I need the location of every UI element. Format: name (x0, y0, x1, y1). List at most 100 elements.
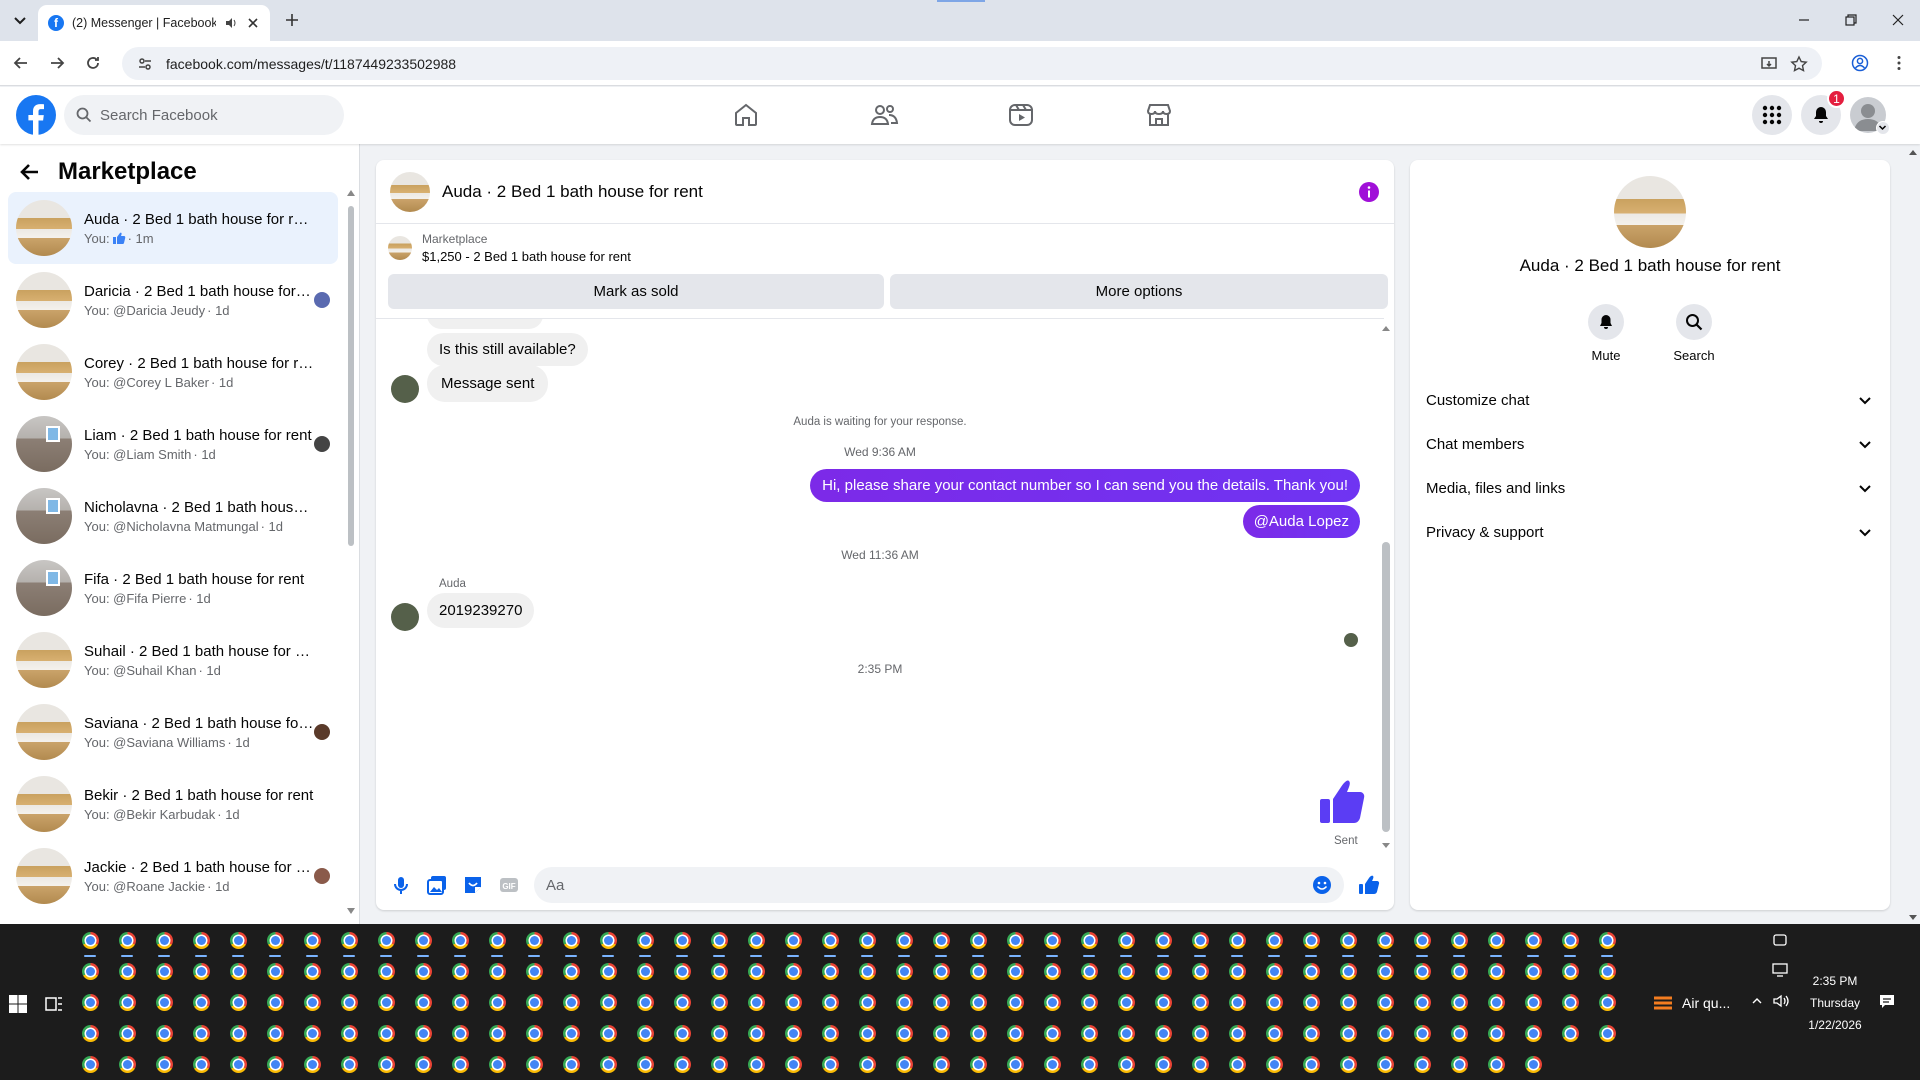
chrome-taskbar-icon[interactable] (489, 963, 506, 980)
search-in-conversation-button[interactable]: Search (1668, 304, 1720, 363)
chrome-taskbar-icon[interactable] (1340, 963, 1357, 980)
message-bubble-in[interactable]: 2019239270 (427, 593, 535, 628)
chrome-taskbar-icon[interactable] (341, 1056, 358, 1073)
scroll-down-arrow-icon[interactable] (347, 908, 355, 914)
chrome-taskbar-icon[interactable] (1155, 932, 1172, 949)
chrome-taskbar-icon[interactable] (119, 994, 136, 1011)
chrome-taskbar-icon[interactable] (1266, 1056, 1283, 1073)
chrome-taskbar-icon[interactable] (1414, 932, 1431, 949)
chrome-taskbar-icon[interactable] (526, 963, 543, 980)
chrome-taskbar-icon[interactable] (563, 963, 580, 980)
chrome-taskbar-icon[interactable] (267, 1025, 284, 1042)
chrome-taskbar-icon[interactable] (674, 963, 691, 980)
chrome-taskbar-icon[interactable] (674, 932, 691, 949)
chrome-taskbar-icon[interactable] (489, 1056, 506, 1073)
chrome-taskbar-icon[interactable] (563, 1056, 580, 1073)
info-icon[interactable] (1358, 181, 1380, 203)
chrome-taskbar-icon[interactable] (156, 932, 173, 949)
chrome-taskbar-icon[interactable] (711, 932, 728, 949)
sticker-icon[interactable] (462, 874, 484, 896)
chrome-taskbar-icon[interactable] (119, 963, 136, 980)
close-window-icon[interactable] (1890, 12, 1906, 28)
chrome-taskbar-icon[interactable] (1118, 994, 1135, 1011)
listing-summary[interactable]: Marketplace $1,250 - 2 Bed 1 bath house … (388, 232, 631, 264)
friends-icon[interactable] (869, 100, 899, 130)
forward-arrow-icon[interactable] (48, 54, 66, 72)
chrome-taskbar-icon[interactable] (822, 932, 839, 949)
site-settings-icon[interactable] (136, 55, 154, 73)
chrome-taskbar-icon[interactable] (674, 1025, 691, 1042)
chrome-taskbar-icon[interactable] (452, 932, 469, 949)
clock-time[interactable]: 2:35 PM (1806, 974, 1864, 988)
chrome-taskbar-icon[interactable] (119, 932, 136, 949)
conversation-item[interactable]: Corey · 2 Bed 1 bath house for rent You: … (8, 336, 338, 408)
chrome-taskbar-icon[interactable] (1155, 1056, 1172, 1073)
chrome-taskbar-icon[interactable] (785, 1025, 802, 1042)
chrome-taskbar-icon[interactable] (1266, 963, 1283, 980)
chrome-taskbar-icon[interactable] (1229, 1025, 1246, 1042)
scrollbar-thumb[interactable] (348, 206, 354, 546)
message-bubble-out[interactable]: Hi, please share your contact number so … (810, 469, 1360, 502)
conversation-item[interactable]: Saviana · 2 Bed 1 bath house for rent You… (8, 696, 338, 768)
conversation-item[interactable]: Auda · 2 Bed 1 bath house for rent You: · … (8, 192, 338, 264)
chrome-taskbar-icon[interactable] (193, 994, 210, 1011)
chrome-taskbar-icon[interactable] (1044, 994, 1061, 1011)
chrome-taskbar-icon[interactable] (1007, 963, 1024, 980)
chrome-taskbar-icon[interactable] (1266, 1025, 1283, 1042)
reload-icon[interactable] (84, 54, 102, 72)
chrome-taskbar-icon[interactable] (600, 1025, 617, 1042)
volume-icon[interactable] (1772, 992, 1790, 1010)
chrome-taskbar-icon[interactable] (341, 1025, 358, 1042)
chrome-taskbar-icon[interactable] (1044, 1025, 1061, 1042)
profile-icon[interactable] (1851, 54, 1869, 72)
chrome-taskbar-icon[interactable] (563, 994, 580, 1011)
chrome-taskbar-icon[interactable] (1562, 963, 1579, 980)
chrome-taskbar-icon[interactable] (452, 1025, 469, 1042)
sidebar-scrollbar[interactable] (346, 184, 356, 914)
chrome-taskbar-icon[interactable] (1377, 1025, 1394, 1042)
chrome-taskbar-icon[interactable] (156, 994, 173, 1011)
chrome-taskbar-icon[interactable] (822, 994, 839, 1011)
chrome-taskbar-icon[interactable] (230, 1025, 247, 1042)
back-arrow-icon[interactable] (18, 160, 42, 184)
conversation-item[interactable]: Daricia · 2 Bed 1 bath house for rent You… (8, 264, 338, 336)
chrome-taskbar-icon[interactable] (1081, 1025, 1098, 1042)
chrome-taskbar-icon[interactable] (785, 963, 802, 980)
chrome-taskbar-icon[interactable] (970, 994, 987, 1011)
chrome-taskbar-icon[interactable] (563, 932, 580, 949)
chrome-taskbar-icon[interactable] (896, 994, 913, 1011)
send-like-icon[interactable] (1358, 874, 1380, 896)
chrome-taskbar-icon[interactable] (1599, 1025, 1616, 1042)
chrome-taskbar-icon[interactable] (1192, 1056, 1209, 1073)
home-icon[interactable] (731, 100, 761, 130)
chrome-taskbar-icon[interactable] (1525, 1025, 1542, 1042)
chrome-taskbar-icon[interactable] (1229, 963, 1246, 980)
chrome-taskbar-icon[interactable] (452, 994, 469, 1011)
chrome-taskbar-icon[interactable] (1340, 1025, 1357, 1042)
chrome-taskbar-icon[interactable] (1414, 994, 1431, 1011)
scroll-up-arrow-icon[interactable] (347, 190, 355, 196)
chrome-taskbar-icon[interactable] (193, 1056, 210, 1073)
scroll-up-arrow-icon[interactable] (1382, 326, 1390, 331)
mark-as-sold-button[interactable]: Mark as sold (388, 274, 884, 309)
chrome-taskbar-icon[interactable] (452, 963, 469, 980)
chrome-taskbar-icon[interactable] (859, 963, 876, 980)
chrome-taskbar-icon[interactable] (1229, 932, 1246, 949)
chrome-taskbar-icon[interactable] (378, 963, 395, 980)
chrome-taskbar-icon[interactable] (193, 932, 210, 949)
message-input-field[interactable] (534, 867, 1344, 903)
chrome-taskbar-icon[interactable] (1488, 1025, 1505, 1042)
chrome-taskbar-icon[interactable] (822, 1056, 839, 1073)
chrome-taskbar-icon[interactable] (859, 1056, 876, 1073)
section-customize-chat[interactable]: Customize chat (1426, 382, 1874, 418)
chrome-taskbar-icon[interactable] (1007, 1025, 1024, 1042)
chrome-taskbar-icon[interactable] (970, 1025, 987, 1042)
chrome-taskbar-icon[interactable] (1377, 932, 1394, 949)
thumbs-up-like-icon[interactable] (1318, 775, 1370, 827)
chrome-taskbar-icon[interactable] (1488, 994, 1505, 1011)
chrome-taskbar-icon[interactable] (748, 994, 765, 1011)
chrome-taskbar-icon[interactable] (526, 994, 543, 1011)
chrome-taskbar-icon[interactable] (1192, 932, 1209, 949)
desktop-display-icon[interactable] (1772, 962, 1788, 978)
taskbar-overflow-icon[interactable] (1772, 932, 1788, 948)
